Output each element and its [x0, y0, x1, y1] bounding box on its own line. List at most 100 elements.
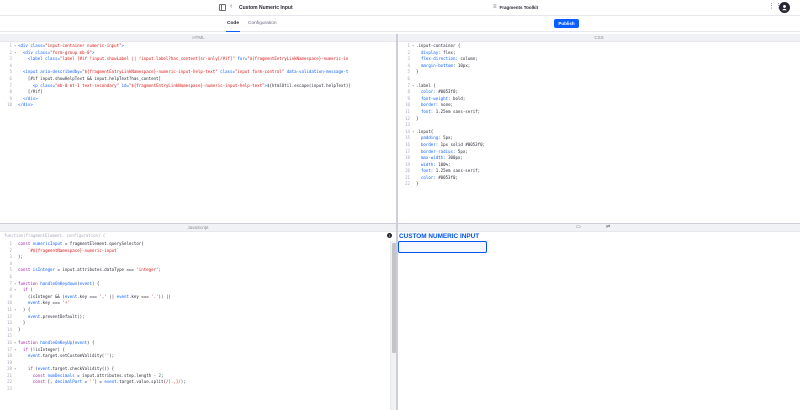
line-number: 8	[407, 89, 410, 95]
code-line[interactable]: 16 ▾ function handleOnKeyUp(event) {	[0, 340, 388, 347]
code-line[interactable]: 15	[0, 333, 388, 340]
line-number: 14	[7, 326, 12, 332]
code-line[interactable]: 21 color: #0053f0;	[398, 175, 792, 182]
code-text: .input-container {	[416, 43, 461, 48]
code-text: }	[18, 320, 26, 326]
line-number: 9	[9, 95, 12, 101]
back-icon[interactable]: ‹	[230, 3, 232, 10]
preview-numeric-input[interactable]	[398, 241, 487, 253]
code-text: </div>	[22, 95, 38, 101]
code-line[interactable]: 7 <p class="mb-0 mt-1 text-secondary" id…	[0, 83, 389, 90]
code-line[interactable]: 1 ▾ .input-container {	[398, 43, 792, 50]
code-line[interactable]: 4	[0, 261, 388, 268]
rotate-icon[interactable]: ⇄	[606, 224, 610, 230]
line-number: 17	[7, 346, 12, 352]
html-editor-pane[interactable]: HTML 1 ▾ <div class="input-container numer…	[0, 34, 397, 223]
line-number: 19	[7, 359, 12, 365]
code-line[interactable]: 7 ▾ function handleOnKeydown(event) {	[0, 281, 388, 288]
js-code-editor[interactable]: 1 const numericInput = fragmentElement.qu…	[0, 241, 388, 410]
code-line[interactable]: 16 border: 1px solid #0053f0;	[398, 142, 792, 149]
code-line[interactable]: 8 ▾ if (	[0, 287, 388, 294]
code-line[interactable]: 17 border-radius: 5px;	[398, 149, 792, 156]
html-code-editor[interactable]: 1 ▾ <div class="input-container numeric-in…	[0, 43, 389, 223]
tab-code[interactable]: Code	[226, 21, 240, 32]
css-pane-title: CSS	[398, 34, 800, 42]
tab-configuration[interactable]: Configuration	[248, 21, 277, 26]
code-line[interactable]: 8 [/#if]	[0, 89, 389, 96]
publish-button[interactable]: Publish	[554, 19, 579, 28]
code-line[interactable]: 11 font: 1.25em sans-serif;	[398, 109, 792, 116]
code-line[interactable]: 10 </div>	[0, 102, 389, 109]
line-number: 13	[405, 122, 410, 128]
code-line[interactable]: 23	[0, 386, 388, 393]
sidebar-toggle-icon[interactable]	[219, 4, 226, 11]
js-scrollbar-thumb[interactable]	[392, 243, 396, 353]
code-line[interactable]: 6	[0, 274, 388, 281]
css-editor-pane[interactable]: CSS 1 ▾ .input-container {2 display: flex;…	[398, 34, 800, 223]
js-editor-pane[interactable]: JavaScript function(fragmentElement, con…	[0, 224, 396, 410]
avatar[interactable]	[779, 2, 790, 13]
code-line[interactable]: 10 event.key === '+'	[0, 300, 388, 307]
code-line[interactable]: 8 color: #0053f0;	[398, 89, 792, 96]
code-line[interactable]: 15 padding: 5px;	[398, 135, 792, 142]
line-number: 3	[9, 254, 12, 260]
info-icon[interactable]: i	[387, 233, 392, 238]
code-line[interactable]: 19 width: 100%;	[398, 162, 792, 169]
code-line[interactable]: 13	[398, 122, 792, 129]
code-line[interactable]: 1 const numericInput = fragmentElement.qu…	[0, 241, 388, 248]
line-number: 18	[7, 353, 12, 359]
code-line[interactable]: 6	[398, 76, 792, 83]
code-line[interactable]: 14}	[0, 327, 388, 334]
code-line[interactable]: 9 font-weight: bold;	[398, 96, 792, 103]
js-scrollbar[interactable]	[390, 241, 396, 410]
line-number: 21	[7, 372, 12, 378]
code-line[interactable]: 2 `#${fragmentNamespace}-numeric-input`	[0, 248, 388, 255]
code-line[interactable]: 3);	[0, 254, 388, 261]
toolkit-label: Fragments Toolkit	[499, 4, 539, 10]
code-line[interactable]: 20 ▾ if (event.target.checkValidity()) {	[0, 366, 388, 373]
code-line[interactable]: 6 [#if input.showHelpText && input.helpT…	[0, 76, 389, 83]
code-text: width: 100%;	[420, 161, 451, 167]
code-text: border: none;	[420, 102, 453, 108]
code-line[interactable]: 18 max-width: 300px;	[398, 155, 792, 162]
code-line[interactable]: 12 event.preventDefault();	[0, 314, 388, 321]
line-number: 18	[405, 155, 410, 161]
code-line[interactable]: 9 </div>	[0, 96, 389, 103]
code-line[interactable]: 13 }	[0, 320, 388, 327]
code-line[interactable]: 21 const numDecimals = input.attributes.…	[0, 373, 388, 380]
code-line[interactable]: 10 border: none;	[398, 102, 792, 109]
code-line[interactable]: 18 event.target.setCustomValidity('');	[0, 353, 388, 360]
code-line[interactable]: 3 flex-direction: column;	[398, 56, 792, 63]
code-line[interactable]: 11 ▾ ) {	[0, 307, 388, 314]
code-line[interactable]: 5 const isInteger = input.attributes.data…	[0, 267, 388, 274]
code-line[interactable]: 5}	[398, 69, 792, 76]
desktop-preview-icon[interactable]: ▭	[576, 224, 581, 230]
code-line[interactable]: 1 ▾ <div class="input-container numeric-in…	[0, 43, 389, 50]
code-line[interactable]: 14 ▾ .input{	[398, 129, 792, 136]
code-text: }	[416, 181, 419, 187]
line-number: 1	[407, 43, 410, 48]
code-line[interactable]: 4	[0, 63, 389, 70]
preview-input-label: CUSTOM NUMERIC INPUT	[399, 233, 480, 240]
line-number: 23	[7, 386, 12, 392]
code-line[interactable]: 22}	[398, 181, 792, 188]
code-line[interactable]: 4 margin-bottom: 10px;	[398, 63, 792, 70]
code-line[interactable]: 20 font: 1.25em sans-serif;	[398, 168, 792, 175]
code-line[interactable]: 22 const [, decimalPart = ''] = event.ta…	[0, 379, 388, 386]
code-text: font-weight: bold;	[420, 95, 466, 101]
code-line[interactable]: 3 <label class="label [#if !input.showLa…	[0, 56, 389, 63]
code-line[interactable]: 2 display: flex;	[398, 50, 792, 57]
fragments-toolkit-button[interactable]: ≡ Fragments Toolkit	[493, 4, 538, 10]
code-line[interactable]: 17 ▾ if (!isInteger) {	[0, 347, 388, 354]
line-number: 10	[7, 102, 12, 108]
line-number: 7	[407, 82, 410, 88]
code-line[interactable]: 19	[0, 360, 388, 367]
code-line[interactable]: 9 (isInteger && (event.key === ',' || ev…	[0, 294, 388, 301]
code-line[interactable]: 7 ▾ .label {	[398, 83, 792, 90]
css-code-editor[interactable]: 1 ▾ .input-container {2 display: flex; 3 fl…	[398, 43, 792, 223]
code-line[interactable]: 2 ▾ <div class="form-group mb-0">	[0, 50, 389, 57]
code-line[interactable]: 5 <input aria-describedby="${fragmentEnt…	[0, 69, 389, 76]
code-text: (isInteger && (event.key === ',' || even…	[18, 293, 171, 299]
code-line[interactable]: 12}	[398, 116, 792, 123]
line-number: 5	[9, 267, 12, 273]
